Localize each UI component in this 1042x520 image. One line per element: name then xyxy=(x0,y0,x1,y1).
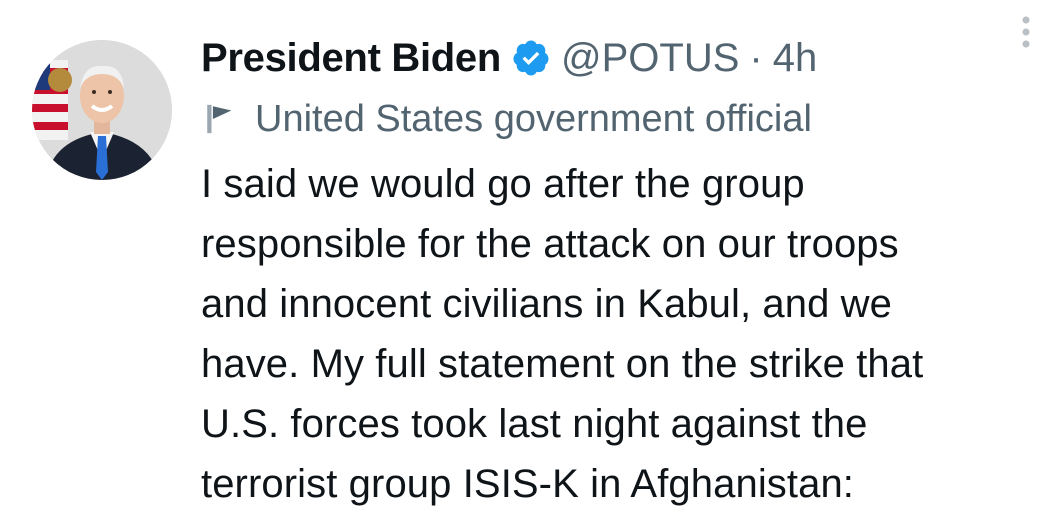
profile-photo xyxy=(32,40,172,180)
avatar[interactable] xyxy=(32,40,172,180)
verified-badge-icon xyxy=(511,38,551,78)
flag-icon xyxy=(207,104,232,134)
tweet-header: President Biden @POTUS · 4h xyxy=(201,28,1042,88)
handle[interactable]: @POTUS xyxy=(561,36,739,81)
separator-dot: · xyxy=(749,35,763,80)
timestamp[interactable]: 4h xyxy=(773,36,818,81)
account-label[interactable]: United States government official xyxy=(201,90,1042,148)
account-label-text: United States government official xyxy=(255,97,812,140)
tweet-text: I said we would go after the group respo… xyxy=(201,162,924,506)
tweet-card[interactable]: President Biden @POTUS · 4h United State… xyxy=(0,0,1042,520)
tweet-content: President Biden @POTUS · 4h United State… xyxy=(201,28,1042,514)
more-options-icon[interactable] xyxy=(1016,12,1036,52)
display-name[interactable]: President Biden xyxy=(201,36,501,81)
